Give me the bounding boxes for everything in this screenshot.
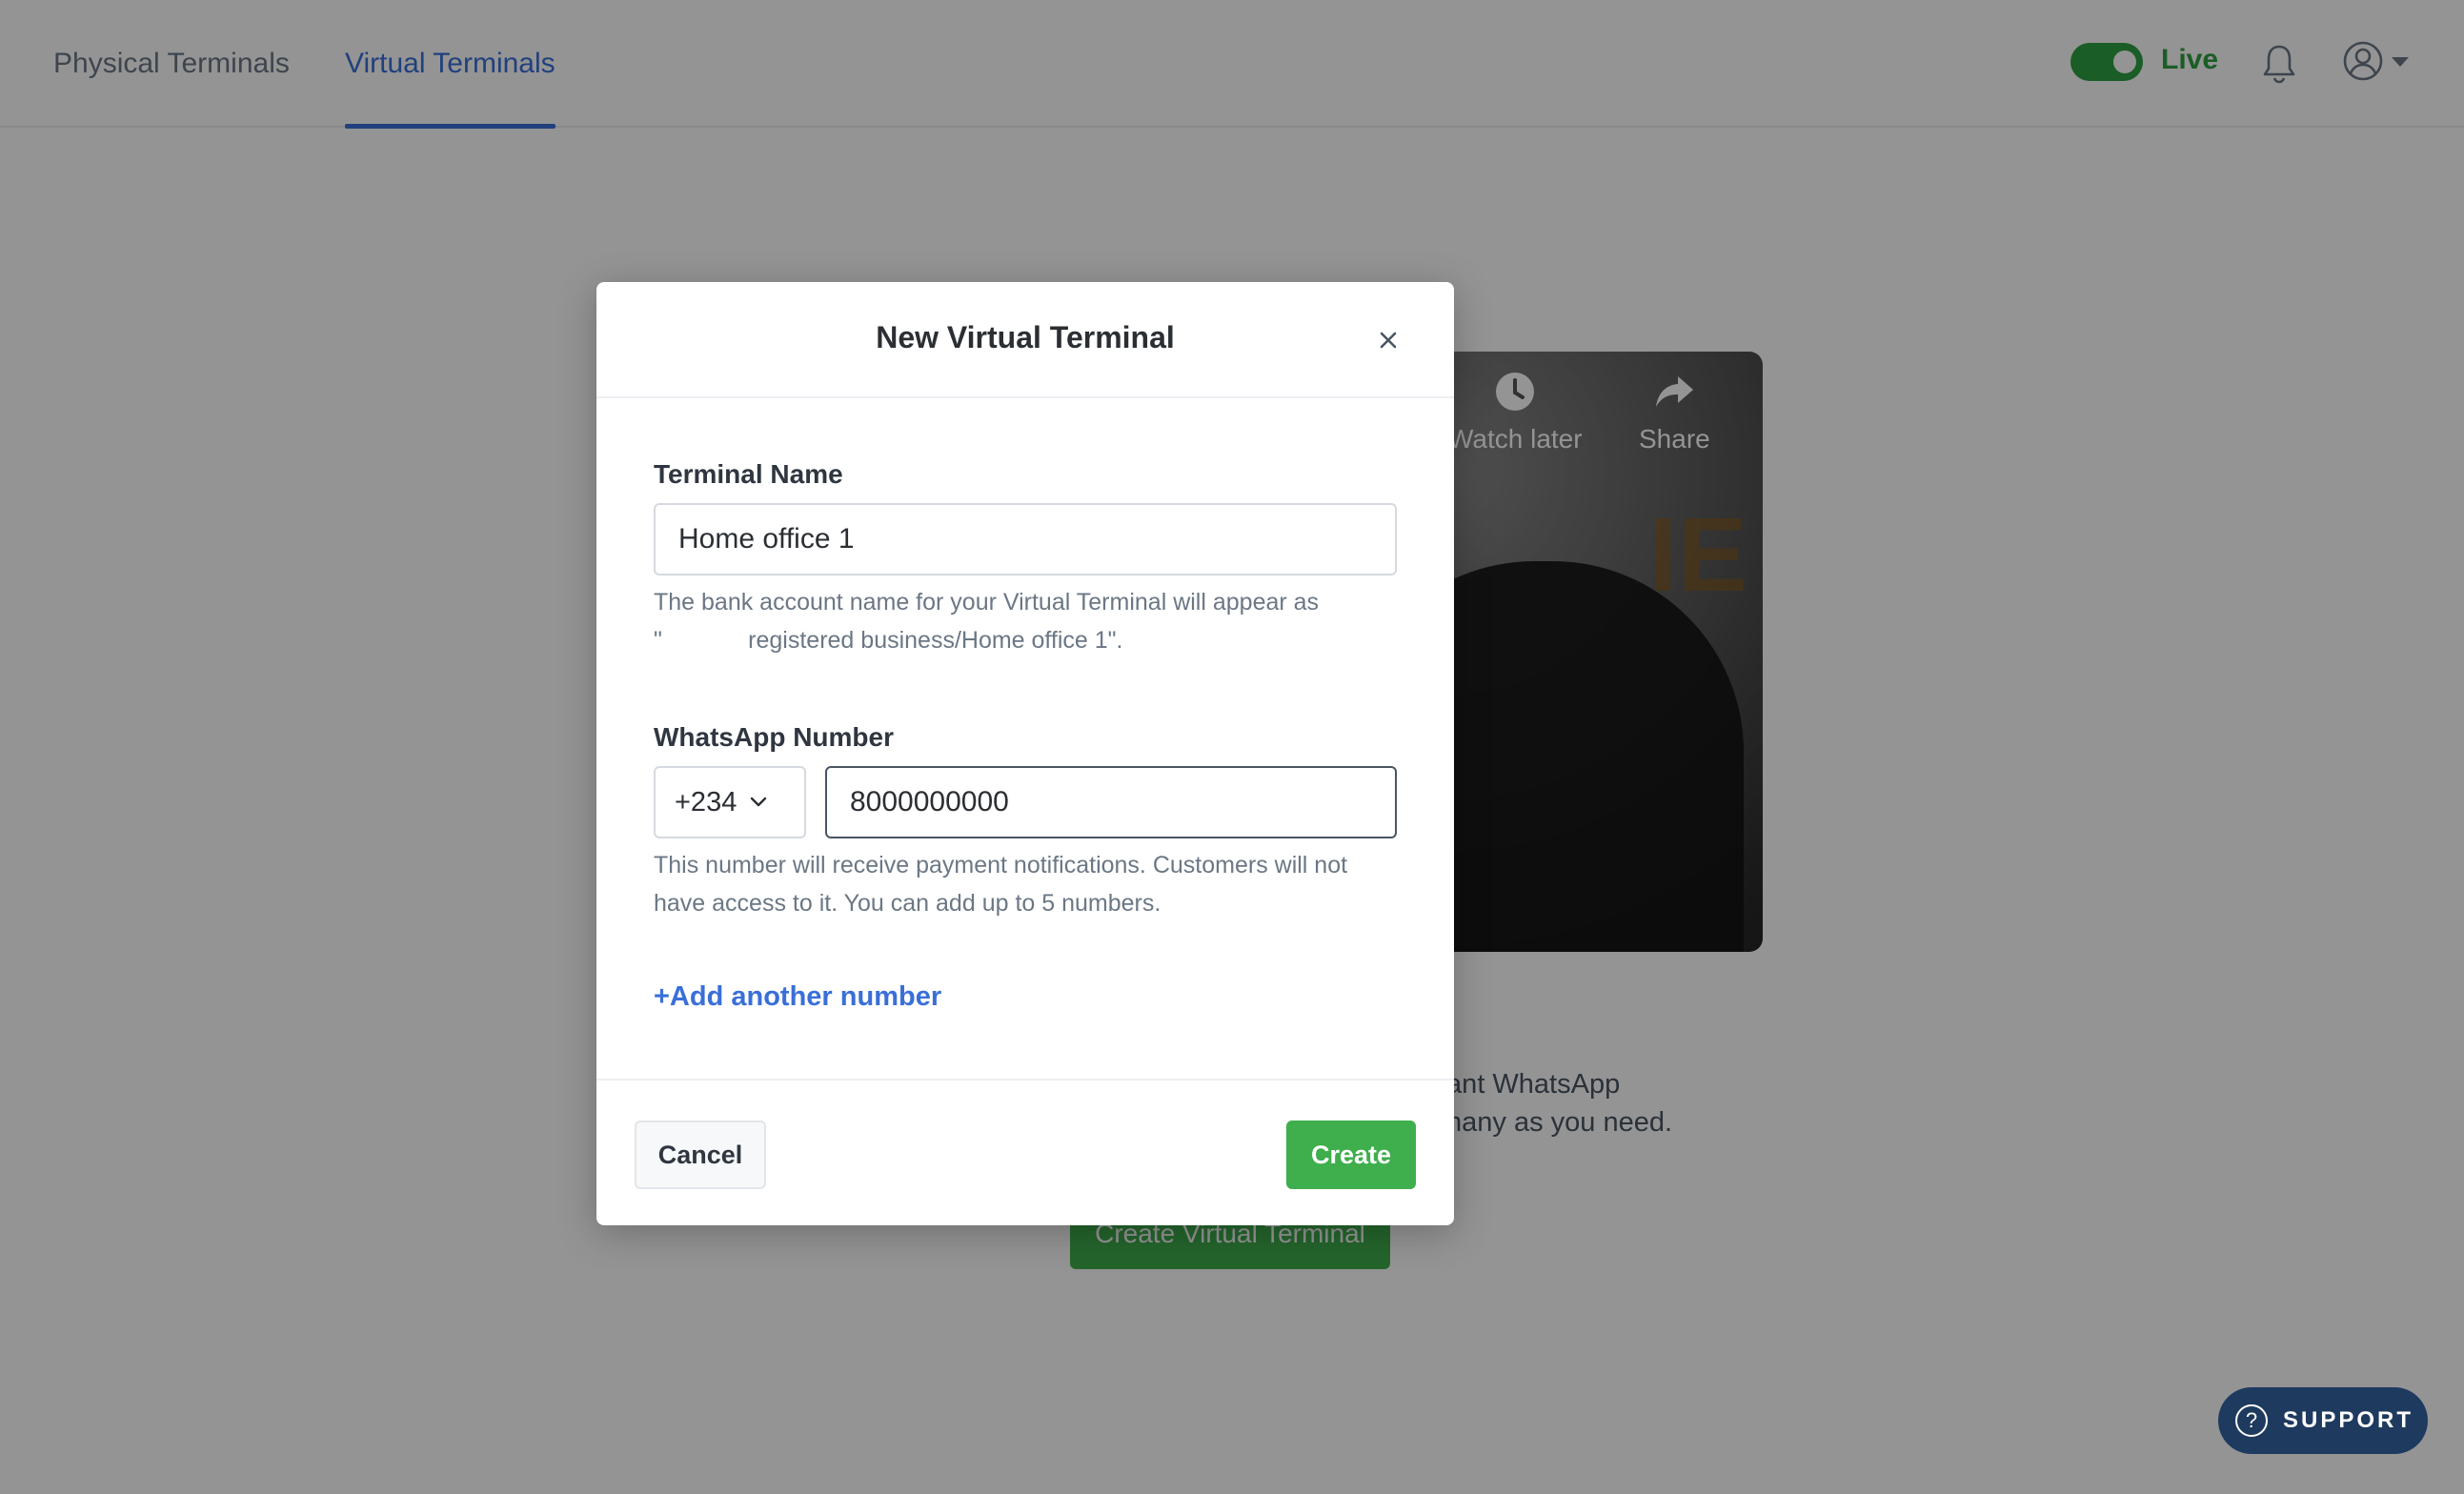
cancel-button[interactable]: Cancel xyxy=(635,1120,766,1189)
country-code-value: +234 xyxy=(675,786,737,818)
modal-header: New Virtual Terminal xyxy=(596,282,1454,398)
new-virtual-terminal-modal: New Virtual Terminal Terminal Name The b… xyxy=(596,282,1454,1225)
help-line: " registered business/Home office 1". xyxy=(654,627,1123,654)
close-button[interactable] xyxy=(1374,326,1403,354)
chevron-down-icon xyxy=(751,797,767,807)
help-line: This number will receive payment notific… xyxy=(654,852,1348,878)
support-button[interactable]: ? SUPPORT xyxy=(2218,1387,2428,1454)
whatsapp-number-label: WhatsApp Number xyxy=(654,722,894,752)
terminal-name-label: Terminal Name xyxy=(654,459,843,489)
help-line: The bank account name for your Virtual T… xyxy=(654,589,1320,616)
create-button[interactable]: Create xyxy=(1286,1120,1416,1189)
add-another-number-link[interactable]: +Add another number xyxy=(654,981,941,1013)
modal-title: New Virtual Terminal xyxy=(876,320,1175,354)
country-code-select[interactable]: +234 xyxy=(654,766,806,838)
modal-footer-divider xyxy=(596,1079,1454,1080)
whatsapp-number-input[interactable] xyxy=(825,766,1397,838)
terminal-name-input[interactable] xyxy=(654,503,1397,575)
whatsapp-number-help: This number will receive payment notific… xyxy=(654,846,1397,922)
terminal-name-help: The bank account name for your Virtual T… xyxy=(654,583,1397,659)
close-icon xyxy=(1380,332,1397,349)
help-line: have access to it. You can add up to 5 n… xyxy=(654,890,1161,917)
help-icon: ? xyxy=(2235,1404,2268,1437)
support-label: SUPPORT xyxy=(2283,1407,2414,1433)
